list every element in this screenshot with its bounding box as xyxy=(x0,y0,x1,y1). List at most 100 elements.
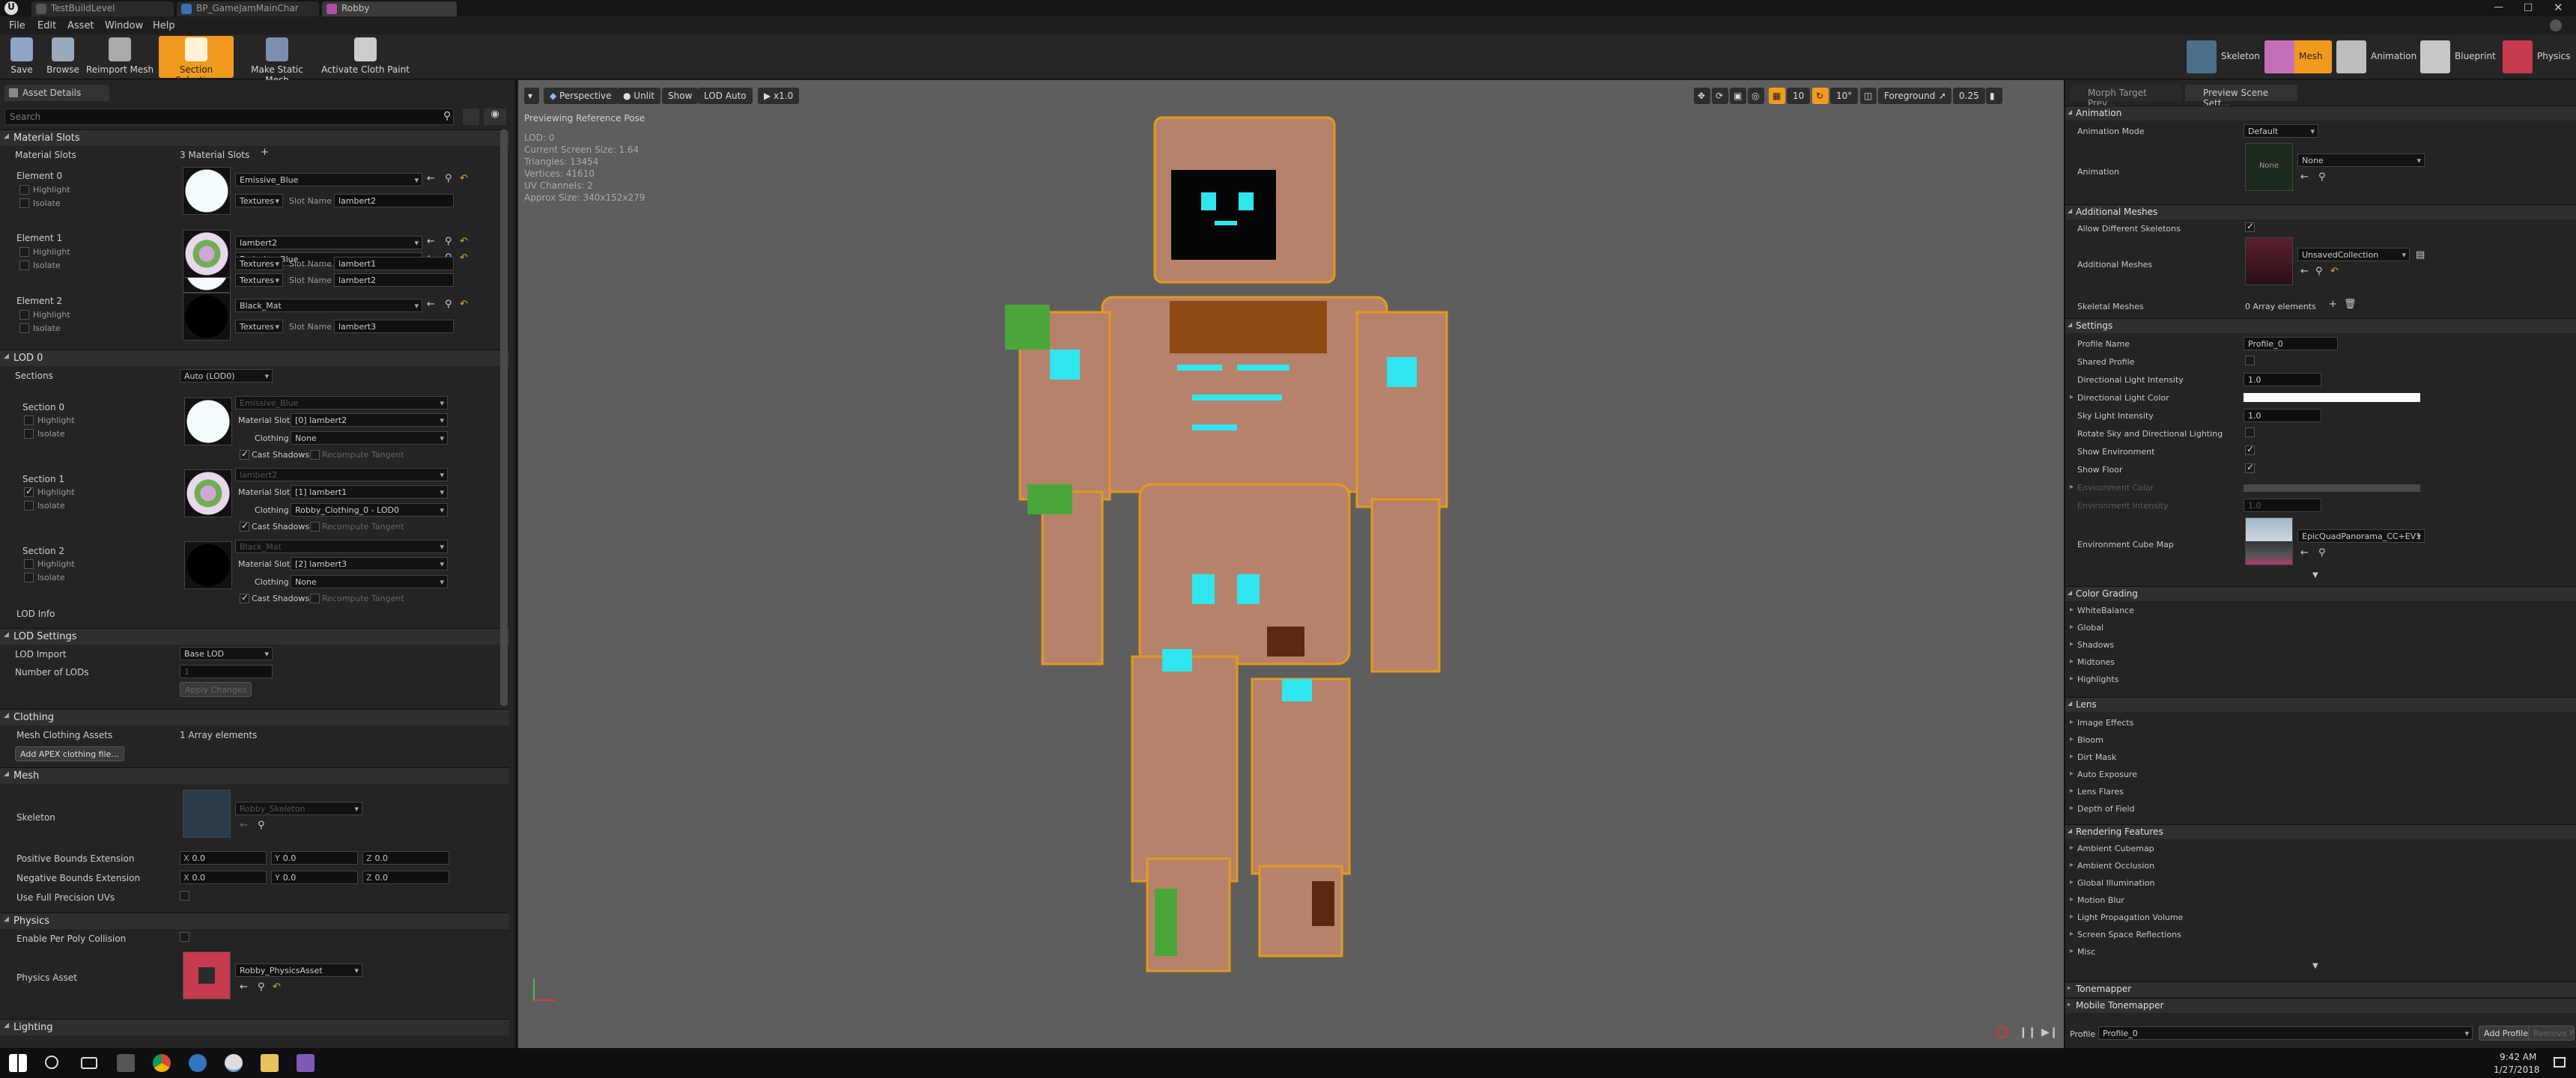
auto-exposure-group[interactable]: Auto Exposure xyxy=(2070,770,2137,779)
tonemapper-header[interactable]: Tonemapper xyxy=(2065,981,2576,996)
step-forward-button[interactable]: ▶❙ xyxy=(2041,1026,2059,1038)
menu-asset[interactable]: Asset xyxy=(67,20,94,31)
expand-more-icon[interactable]: ▼ xyxy=(2312,571,2318,579)
edge-icon[interactable] xyxy=(189,1054,207,1072)
animation-mode-combo[interactable]: Default xyxy=(2244,124,2318,138)
element-0-material-combo-top[interactable]: Emissive_Blue xyxy=(235,173,422,186)
lens-header[interactable]: Lens xyxy=(2065,697,2576,712)
clock-time[interactable]: 9:42 AM xyxy=(2500,1052,2536,1062)
global-group[interactable]: Global xyxy=(2070,623,2103,633)
reimport-mesh-button[interactable]: Reimport Mesh xyxy=(85,36,154,78)
menu-file[interactable]: File xyxy=(9,20,25,31)
browse-button[interactable]: Browse xyxy=(42,36,84,78)
robot-character-model[interactable] xyxy=(997,110,1477,993)
unlit-button[interactable]: ● Unlit xyxy=(617,88,661,104)
allow-different-skeletons-checkbox[interactable] xyxy=(2245,221,2255,232)
color-grading-header[interactable]: Color Grading xyxy=(2065,586,2576,601)
positive-bounds-x[interactable]: X 0.0 xyxy=(180,851,267,865)
physics-asset-combo[interactable]: Robby_PhysicsAsset xyxy=(235,963,362,977)
section-0-isolate-checkbox[interactable] xyxy=(24,429,34,439)
use-selected-icon[interactable]: ← xyxy=(2300,547,2309,558)
global-illumination-group[interactable]: Global Illumination xyxy=(2070,878,2155,888)
physics-asset-thumbnail[interactable] xyxy=(183,951,231,999)
add-apex-clothing-button[interactable]: Add APEX clothing file... xyxy=(15,746,124,761)
per-poly-collision-checkbox[interactable] xyxy=(180,932,189,942)
tab-bp-gamejammainchar[interactable]: BP_GameJamMainChar xyxy=(177,1,319,16)
settings-header[interactable]: Settings xyxy=(2065,318,2576,333)
section-0-highlight-checkbox[interactable] xyxy=(24,415,34,425)
reset-icon[interactable]: ↶ xyxy=(2330,266,2339,277)
viewport[interactable]: ▾ ◆ Perspective ● Unlit Show LOD Auto ▶ … xyxy=(518,80,2064,1048)
mobile-tonemapper-header[interactable]: Mobile Tonemapper xyxy=(2065,998,2576,1013)
skeleton-thumbnail[interactable] xyxy=(183,790,231,838)
expand-more-icon[interactable]: ▼ xyxy=(2312,962,2318,970)
minimize-button[interactable]: — xyxy=(2494,1,2503,13)
start-icon[interactable] xyxy=(9,1054,27,1072)
element-2-isolate-checkbox[interactable] xyxy=(19,323,29,333)
environment-cube-map-thumbnail[interactable] xyxy=(2245,517,2293,565)
negative-bounds-y[interactable]: Y 0.0 xyxy=(271,871,358,884)
directional-light-intensity-input[interactable]: 1.0 xyxy=(2244,373,2321,386)
tab-testbuildlevel[interactable]: TestBuildLevel xyxy=(31,1,174,16)
rotation-snap-value[interactable]: 10° xyxy=(1830,88,1859,104)
misc-group[interactable]: Misc xyxy=(2070,947,2095,957)
reset-icon[interactable]: ↶ xyxy=(460,173,468,184)
calculator-icon[interactable] xyxy=(117,1054,135,1072)
section-selection-button[interactable]: Section Selection xyxy=(159,36,234,85)
mode-skeleton[interactable]: Skeleton xyxy=(2187,40,2270,73)
make-static-mesh-button[interactable]: Make Static Mesh xyxy=(238,36,316,85)
shared-profile-checkbox[interactable] xyxy=(2245,356,2255,365)
translate-tool-icon[interactable]: ✥ xyxy=(1694,88,1710,104)
profile-name-input[interactable]: Profile_0 xyxy=(2244,337,2338,350)
pause-button[interactable]: ❙❙ xyxy=(2019,1026,2036,1038)
additional-meshes-thumbnail[interactable] xyxy=(2245,237,2293,285)
visibility-icon[interactable]: ◉ xyxy=(484,109,506,125)
section-2-highlight-checkbox[interactable] xyxy=(24,559,34,569)
reset-icon[interactable]: ↶ xyxy=(460,236,468,247)
search-input[interactable]: Search xyxy=(4,109,454,125)
directional-light-color-swatch[interactable] xyxy=(2244,393,2420,402)
clothing-header[interactable]: Clothing xyxy=(0,709,509,725)
element-0-highlight-checkbox[interactable] xyxy=(19,185,29,195)
depth-of-field-group[interactable]: Depth of Field xyxy=(2070,804,2134,814)
mode-blueprint[interactable]: Blueprint xyxy=(2420,40,2503,73)
lod-import-combo[interactable]: Base LOD xyxy=(180,647,273,660)
highlights-group[interactable]: Highlights xyxy=(2070,674,2118,684)
element-1-highlight-checkbox[interactable] xyxy=(19,247,29,257)
perspective-button[interactable]: ◆ Perspective xyxy=(544,88,618,104)
save-collection-icon[interactable]: ▤ xyxy=(2416,249,2425,261)
use-selected-icon[interactable]: ← xyxy=(2300,171,2309,183)
rotate-sky-checkbox[interactable] xyxy=(2245,427,2255,437)
whitebalance-group[interactable]: WhiteBalance xyxy=(2070,606,2134,615)
unreal-icon[interactable] xyxy=(225,1054,243,1072)
screen-space-reflections-group[interactable]: Screen Space Reflections xyxy=(2070,930,2181,940)
element-2-material-thumbnail[interactable] xyxy=(183,293,231,341)
environment-cube-map-combo[interactable]: EpicQuadPanorama_CC+EV1 xyxy=(2297,529,2425,543)
additional-meshes-header[interactable]: Additional Meshes xyxy=(2065,204,2576,219)
lighting-header[interactable]: Lighting xyxy=(0,1019,509,1035)
browse-icon[interactable]: ⚲ xyxy=(2318,171,2326,183)
foreground-button[interactable]: Foreground xyxy=(1878,88,1942,104)
browse-icon[interactable]: ⚲ xyxy=(445,236,452,247)
animation-combo[interactable]: None xyxy=(2297,153,2425,167)
lod-auto-button[interactable]: LOD Auto xyxy=(698,88,753,104)
element-1-material-combo[interactable]: lambert2 xyxy=(235,236,422,249)
clock-date[interactable]: 1/27/2018 xyxy=(2494,1065,2540,1075)
delete-elements-icon[interactable]: 🗑 xyxy=(2344,299,2357,310)
element-2-textures-combo[interactable]: Textures xyxy=(235,320,283,333)
browse-icon[interactable]: ⚲ xyxy=(2315,266,2323,277)
rotation-snap-icon[interactable]: ↻ xyxy=(1812,88,1829,104)
section-2-material-slot-combo[interactable]: [2] lambert3 xyxy=(291,557,448,570)
motion-blur-group[interactable]: Motion Blur xyxy=(2070,895,2124,905)
physics-header[interactable]: Physics xyxy=(0,913,509,929)
element-0-textures-combo-top[interactable]: Textures xyxy=(235,194,283,207)
chrome-icon[interactable] xyxy=(153,1054,171,1072)
element-0-slot-name-input[interactable]: lambert2 xyxy=(334,273,454,287)
browse-icon[interactable]: ⚲ xyxy=(2318,547,2326,558)
bloom-group[interactable]: Bloom xyxy=(2070,735,2103,745)
show-environment-checkbox[interactable] xyxy=(2245,444,2255,455)
notification-center-icon[interactable] xyxy=(2554,1057,2566,1068)
element-1-slot-name-input[interactable]: lambert1 xyxy=(334,257,454,270)
add-profile-button[interactable]: Add Profile xyxy=(2479,1026,2533,1041)
element-1-material-thumbnail[interactable] xyxy=(183,230,231,278)
